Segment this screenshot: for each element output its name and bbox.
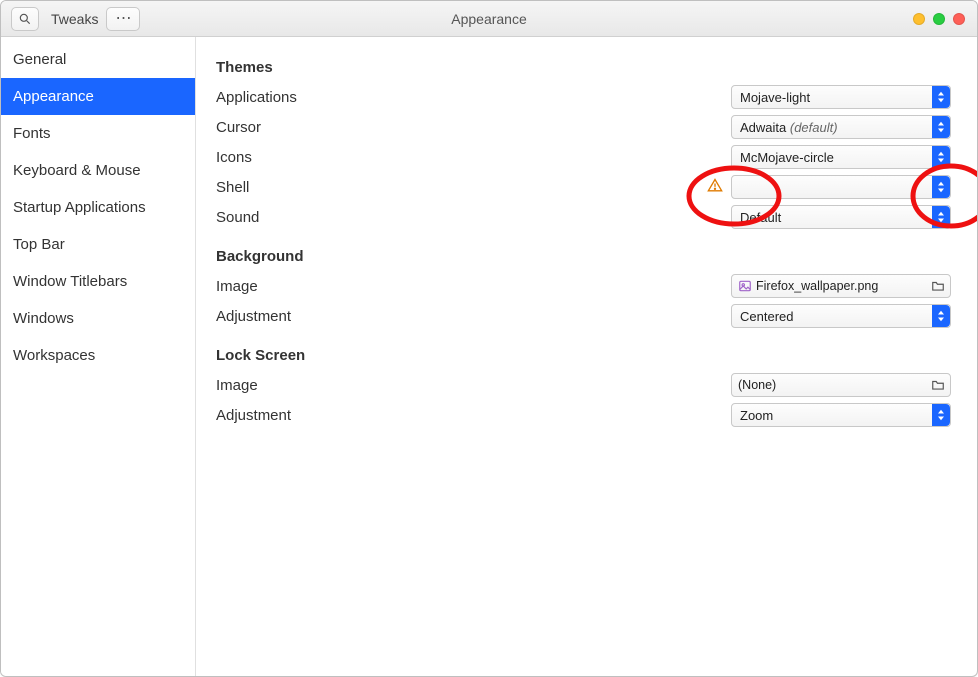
warning-icon <box>707 178 723 197</box>
search-button[interactable] <box>11 7 39 31</box>
sidebar: General Appearance Fonts Keyboard & Mous… <box>1 37 196 676</box>
sidebar-item-label: Appearance <box>13 88 94 105</box>
chevron-updown-icon <box>932 305 950 327</box>
sidebar-item-top-bar[interactable]: Top Bar <box>1 226 195 263</box>
sidebar-item-general[interactable]: General <box>1 41 195 78</box>
row-applications: Applications Mojave-light <box>216 82 951 112</box>
sidebar-item-startup-applications[interactable]: Startup Applications <box>1 189 195 226</box>
titlebar: Tweaks ⋯ Appearance <box>1 1 977 37</box>
row-shell: Shell <box>216 172 951 202</box>
titlebar-left: Tweaks ⋯ <box>11 7 140 31</box>
sidebar-item-label: General <box>13 51 66 68</box>
minimize-button[interactable] <box>913 13 925 25</box>
select-value: Centered <box>740 309 793 324</box>
select-applications[interactable]: Mojave-light <box>731 85 951 109</box>
folder-open-icon <box>930 279 946 293</box>
label-applications: Applications <box>216 89 516 106</box>
sidebar-item-window-titlebars[interactable]: Window Titlebars <box>1 263 195 300</box>
chevron-updown-icon <box>932 146 950 168</box>
row-bg-adjustment: Adjustment Centered <box>216 301 951 331</box>
select-sound[interactable]: Default <box>731 205 951 229</box>
label-bg-image: Image <box>216 278 516 295</box>
sidebar-item-label: Fonts <box>13 125 51 142</box>
select-value: Adwaita (default) <box>740 120 838 135</box>
chevron-updown-icon <box>932 176 950 198</box>
label-sound: Sound <box>216 209 516 226</box>
sidebar-item-label: Keyboard & Mouse <box>13 162 141 179</box>
label-shell: Shell <box>216 179 516 196</box>
folder-open-icon <box>930 378 946 392</box>
chevron-updown-icon <box>932 86 950 108</box>
select-lock-adjustment[interactable]: Zoom <box>731 403 951 427</box>
sidebar-item-label: Top Bar <box>13 236 65 253</box>
search-icon <box>18 12 32 26</box>
app-title: Tweaks <box>51 11 98 27</box>
window-controls <box>913 13 965 25</box>
sidebar-item-keyboard-mouse[interactable]: Keyboard & Mouse <box>1 152 195 189</box>
row-bg-image: Image Firefox_wallpaper.png <box>216 271 951 301</box>
file-name: (None) <box>738 378 776 392</box>
row-sound: Sound Default <box>216 202 951 232</box>
sidebar-item-windows[interactable]: Windows <box>1 300 195 337</box>
filechooser-bg-image[interactable]: Firefox_wallpaper.png <box>731 274 951 298</box>
select-shell[interactable] <box>731 175 951 199</box>
chevron-updown-icon <box>932 206 950 228</box>
row-lock-adjustment: Adjustment Zoom <box>216 400 951 430</box>
select-icons[interactable]: McMojave-circle <box>731 145 951 169</box>
label-lock-image: Image <box>216 377 516 394</box>
sidebar-item-label: Startup Applications <box>13 199 146 216</box>
select-value: Mojave-light <box>740 90 810 105</box>
menu-button[interactable]: ⋯ <box>106 7 140 31</box>
label-cursor: Cursor <box>216 119 516 136</box>
label-lock-adjustment: Adjustment <box>216 407 516 424</box>
row-icons: Icons McMojave-circle <box>216 142 951 172</box>
select-value: Zoom <box>740 408 773 423</box>
select-value: McMojave-circle <box>740 150 834 165</box>
sidebar-item-workspaces[interactable]: Workspaces <box>1 337 195 374</box>
select-cursor[interactable]: Adwaita (default) <box>731 115 951 139</box>
close-button[interactable] <box>953 13 965 25</box>
sidebar-item-appearance[interactable]: Appearance <box>1 78 195 115</box>
sidebar-item-label: Workspaces <box>13 347 95 364</box>
maximize-button[interactable] <box>933 13 945 25</box>
chevron-updown-icon <box>932 404 950 426</box>
file-name: Firefox_wallpaper.png <box>756 279 878 293</box>
row-cursor: Cursor Adwaita (default) <box>216 112 951 142</box>
content-pane: Themes Applications Mojave-light Cursor … <box>196 37 977 676</box>
sidebar-item-label: Windows <box>13 310 74 327</box>
window-title: Appearance <box>451 11 527 27</box>
select-bg-adjustment[interactable]: Centered <box>731 304 951 328</box>
select-value: Default <box>740 210 781 225</box>
sidebar-item-fonts[interactable]: Fonts <box>1 115 195 152</box>
section-title-themes: Themes <box>216 59 951 76</box>
label-icons: Icons <box>216 149 516 166</box>
section-title-lockscreen: Lock Screen <box>216 347 951 364</box>
image-icon <box>738 279 752 293</box>
chevron-updown-icon <box>932 116 950 138</box>
section-title-background: Background <box>216 248 951 265</box>
window-body: General Appearance Fonts Keyboard & Mous… <box>1 37 977 676</box>
filechooser-lock-image[interactable]: (None) <box>731 373 951 397</box>
ellipsis-icon: ⋯ <box>115 11 131 27</box>
label-bg-adjustment: Adjustment <box>216 308 516 325</box>
sidebar-item-label: Window Titlebars <box>13 273 127 290</box>
row-lock-image: Image (None) <box>216 370 951 400</box>
tweaks-window: Tweaks ⋯ Appearance General Appearance F… <box>0 0 978 677</box>
